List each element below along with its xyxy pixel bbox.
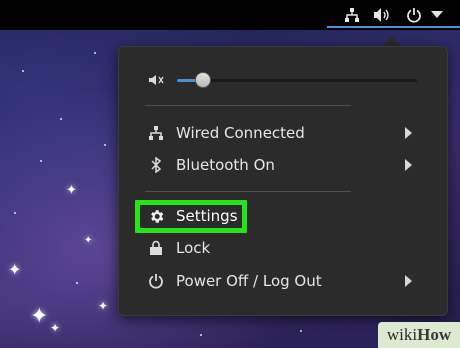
power-icon xyxy=(147,272,165,290)
wikihow-watermark: wiki How xyxy=(378,322,460,348)
lock-icon xyxy=(147,239,165,257)
star-dot xyxy=(76,282,78,284)
menu-item-power-off[interactable]: Power Off / Log Out xyxy=(119,266,447,296)
star-dot xyxy=(200,334,202,336)
star-dot xyxy=(60,118,62,120)
bluetooth-icon xyxy=(147,156,165,174)
dropdown-arrow-icon[interactable] xyxy=(430,6,444,24)
volume-row xyxy=(119,65,447,95)
star-decoration: ✦ xyxy=(84,235,93,246)
star-dot xyxy=(22,70,24,72)
menu-item-label: Lock xyxy=(176,239,211,257)
watermark-wiki: wiki xyxy=(386,325,418,344)
network-wired-icon xyxy=(147,124,165,142)
menu-separator xyxy=(145,105,351,106)
star-decoration: ✦ xyxy=(98,299,109,313)
star-decoration: ✦ xyxy=(66,183,77,198)
speaker-muted-icon[interactable] xyxy=(147,71,165,89)
power-icon[interactable] xyxy=(404,6,424,24)
watermark-how: How xyxy=(417,325,452,344)
menu-separator xyxy=(145,191,351,192)
star-decoration: ✦ xyxy=(8,260,22,279)
star-decoration: ✦ xyxy=(30,304,49,329)
menu-item-lock[interactable]: Lock xyxy=(119,233,447,263)
top-bar xyxy=(0,0,460,30)
menu-item-wired[interactable]: Wired Connected xyxy=(119,118,447,148)
menu-item-label: Power Off / Log Out xyxy=(176,272,322,290)
star-dot xyxy=(14,212,16,214)
menu-item-label: Wired Connected xyxy=(176,124,305,142)
active-indicator xyxy=(327,26,460,28)
submenu-arrow-icon xyxy=(405,159,412,171)
network-wired-icon[interactable] xyxy=(343,6,361,24)
star-dot xyxy=(104,144,106,146)
volume-slider-knob[interactable] xyxy=(195,72,211,88)
submenu-arrow-icon xyxy=(405,127,412,139)
system-status-menu: Wired Connected Bluetooth On Settings Lo… xyxy=(118,46,448,316)
menu-item-label: Bluetooth On xyxy=(176,156,275,174)
highlight-box xyxy=(135,200,247,233)
submenu-arrow-icon xyxy=(405,275,412,287)
volume-slider[interactable] xyxy=(177,72,417,88)
star-decoration: ✦ xyxy=(50,321,61,335)
speaker-volume-icon[interactable] xyxy=(372,6,392,24)
star-dot xyxy=(94,52,96,54)
menu-item-bluetooth[interactable]: Bluetooth On xyxy=(119,150,447,180)
star-dot xyxy=(40,160,42,162)
star-dot xyxy=(300,330,302,332)
